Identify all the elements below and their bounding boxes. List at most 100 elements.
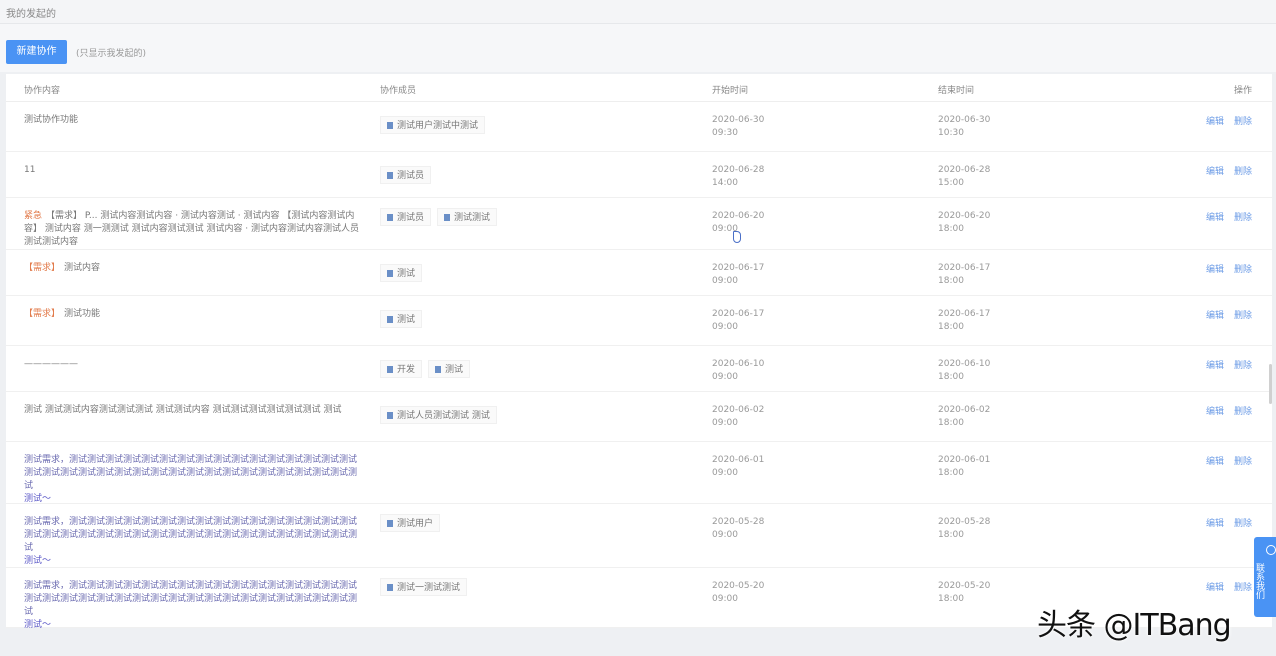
header-actions: 操作 bbox=[1234, 83, 1252, 96]
start-date: 2020-06-20 bbox=[712, 210, 792, 223]
table-row[interactable]: 【需求】测试功能测试2020-06-1709:002020-06-1718:00… bbox=[6, 296, 1272, 346]
row-start-time: 2020-05-2809:00 bbox=[712, 516, 792, 542]
delete-button[interactable]: 删除 bbox=[1234, 583, 1252, 593]
row-title[interactable]: 紧急【需求】 P... 测试内容测试内容 · 测试内容测试 · 测试内容 【测试… bbox=[24, 210, 364, 249]
row-title-link[interactable]: 测试～ bbox=[24, 494, 51, 504]
row-title[interactable]: 测试协作功能 bbox=[24, 114, 364, 127]
start-date: 2020-06-28 bbox=[712, 164, 792, 177]
table-row[interactable]: 【需求】测试内容测试2020-06-1709:002020-06-1718:00… bbox=[6, 250, 1272, 296]
edit-button[interactable]: 编辑 bbox=[1206, 265, 1224, 275]
delete-button[interactable]: 删除 bbox=[1234, 167, 1252, 177]
row-start-time: 2020-06-0209:00 bbox=[712, 404, 792, 430]
user-icon bbox=[387, 584, 393, 591]
row-members: 开发测试 bbox=[380, 360, 476, 378]
row-actions: 编辑删除 bbox=[1206, 262, 1262, 275]
edit-button[interactable]: 编辑 bbox=[1206, 167, 1224, 177]
row-title-link[interactable]: 测试～ bbox=[24, 556, 51, 566]
scrollbar[interactable] bbox=[1269, 364, 1272, 404]
row-title[interactable]: 测试需求，测试测试测试测试测试测试测试测试测试测试测试测试测试测试测试测试测试测… bbox=[24, 454, 364, 506]
row-actions: 编辑删除 bbox=[1206, 114, 1262, 127]
delete-button[interactable]: 删除 bbox=[1234, 457, 1252, 467]
row-tag: 【需求】 bbox=[24, 309, 60, 319]
member-name: 测试用户 bbox=[397, 519, 433, 529]
row-members: 测试员 测试测试 bbox=[380, 208, 503, 226]
end-date: 2020-06-30 bbox=[938, 114, 1018, 127]
edit-button[interactable]: 编辑 bbox=[1206, 213, 1224, 223]
user-icon bbox=[387, 214, 393, 221]
row-actions: 编辑删除 bbox=[1206, 404, 1262, 417]
filter-link[interactable]: (只显示我发起的) bbox=[76, 46, 146, 59]
watermark-text: 头条 @ITBang bbox=[1037, 600, 1231, 644]
table-row[interactable]: 11测试员2020-06-2814:002020-06-2815:00编辑删除 bbox=[6, 152, 1272, 198]
start-date: 2020-05-20 bbox=[712, 580, 792, 593]
member-name: 测试 bbox=[397, 315, 415, 325]
row-end-time: 2020-06-1018:00 bbox=[938, 358, 1018, 384]
edit-button[interactable]: 编辑 bbox=[1206, 361, 1224, 371]
row-title[interactable]: 测试需求，测试测试测试测试测试测试测试测试测试测试测试测试测试测试测试测试测试测… bbox=[24, 516, 364, 568]
row-end-time: 2020-06-1718:00 bbox=[938, 262, 1018, 288]
member-chip[interactable]: 测试用户 bbox=[380, 514, 440, 532]
row-title[interactable]: 【需求】测试内容 bbox=[24, 262, 364, 275]
table-row[interactable]: 测试 测试测试内容测试测试测试 测试测试内容 测试测试测试测试测试测试 测试 测试… bbox=[6, 392, 1272, 442]
edit-button[interactable]: 编辑 bbox=[1206, 583, 1224, 593]
start-date: 2020-06-01 bbox=[712, 454, 792, 467]
edit-button[interactable]: 编辑 bbox=[1206, 311, 1224, 321]
row-title[interactable]: 测试需求，测试测试测试测试测试测试测试测试测试测试测试测试测试测试测试测试测试测… bbox=[24, 580, 364, 632]
edit-button[interactable]: 编辑 bbox=[1206, 457, 1224, 467]
row-title-text: 测试需求，测试测试测试测试测试测试测试测试测试测试测试测试测试测试测试测试测试测… bbox=[24, 455, 357, 491]
table-row[interactable]: 测试协作功能测试用户测试中测试2020-06-3009:302020-06-30… bbox=[6, 102, 1272, 152]
row-members: 测试 bbox=[380, 310, 428, 328]
member-chip[interactable]: 开发 bbox=[380, 360, 422, 378]
new-collab-button[interactable]: 新建协作 bbox=[6, 40, 67, 64]
table-row[interactable]: 测试需求，测试测试测试测试测试测试测试测试测试测试测试测试测试测试测试测试测试测… bbox=[6, 504, 1272, 568]
delete-button[interactable]: 删除 bbox=[1234, 361, 1252, 371]
top-bar: 我的发起的 bbox=[0, 0, 1276, 24]
table-row[interactable]: ——————开发测试2020-06-1009:002020-06-1018:00… bbox=[6, 346, 1272, 392]
end-clock: 18:00 bbox=[938, 275, 1018, 288]
row-actions: 编辑删除 bbox=[1206, 358, 1262, 371]
member-chip[interactable]: 测试用户测试中测试 bbox=[380, 116, 485, 134]
end-date: 2020-06-17 bbox=[938, 308, 1018, 321]
delete-button[interactable]: 删除 bbox=[1234, 519, 1252, 529]
end-date: 2020-05-28 bbox=[938, 516, 1018, 529]
delete-button[interactable]: 删除 bbox=[1234, 311, 1252, 321]
row-title[interactable]: 测试 测试测试内容测试测试测试 测试测试内容 测试测试测试测试测试测试 测试 bbox=[24, 404, 364, 417]
row-end-time: 2020-06-2018:00 bbox=[938, 210, 1018, 236]
member-chip[interactable]: 测试员 bbox=[380, 166, 431, 184]
member-chip[interactable]: 测试 bbox=[380, 310, 422, 328]
member-chip[interactable]: 测试 bbox=[380, 264, 422, 282]
row-title-text: 测试协作功能 bbox=[24, 115, 78, 125]
row-title[interactable]: 【需求】测试功能 bbox=[24, 308, 364, 321]
edit-button[interactable]: 编辑 bbox=[1206, 519, 1224, 529]
row-title[interactable]: —————— bbox=[24, 358, 364, 371]
member-chip[interactable]: 测试人员测试测试 测试 bbox=[380, 406, 497, 424]
start-clock: 09:00 bbox=[712, 321, 792, 334]
row-title-text: 【需求】 P... 测试内容测试内容 · 测试内容测试 · 测试内容 【测试内容… bbox=[24, 211, 359, 247]
contact-us-tab[interactable]: 联系我们 bbox=[1254, 537, 1276, 617]
member-chip[interactable]: 测试测试 bbox=[437, 208, 497, 226]
end-clock: 18:00 bbox=[938, 593, 1018, 606]
member-chip[interactable]: 测试员 bbox=[380, 208, 431, 226]
row-title-text: 11 bbox=[24, 165, 35, 175]
delete-button[interactable]: 删除 bbox=[1234, 213, 1252, 223]
start-clock: 09:30 bbox=[712, 127, 792, 140]
user-icon bbox=[387, 520, 393, 527]
table-row[interactable]: 测试需求，测试测试测试测试测试测试测试测试测试测试测试测试测试测试测试测试测试测… bbox=[6, 442, 1272, 504]
table-row[interactable]: 紧急【需求】 P... 测试内容测试内容 · 测试内容测试 · 测试内容 【测试… bbox=[6, 198, 1272, 250]
end-clock: 15:00 bbox=[938, 177, 1018, 190]
delete-button[interactable]: 删除 bbox=[1234, 117, 1252, 127]
edit-button[interactable]: 编辑 bbox=[1206, 117, 1224, 127]
delete-button[interactable]: 删除 bbox=[1234, 407, 1252, 417]
member-chip[interactable]: 测试一测试测试 bbox=[380, 578, 467, 596]
page-title: 我的发起的 bbox=[6, 5, 56, 20]
edit-button[interactable]: 编辑 bbox=[1206, 407, 1224, 417]
row-end-time: 2020-05-2818:00 bbox=[938, 516, 1018, 542]
member-chip[interactable]: 测试 bbox=[428, 360, 470, 378]
row-title[interactable]: 11 bbox=[24, 164, 364, 177]
delete-button[interactable]: 删除 bbox=[1234, 265, 1252, 275]
user-icon bbox=[444, 214, 450, 221]
member-name: 测试员 bbox=[397, 213, 424, 223]
header-start: 开始时间 bbox=[712, 83, 748, 96]
row-start-time: 2020-06-1709:00 bbox=[712, 308, 792, 334]
end-clock: 18:00 bbox=[938, 371, 1018, 384]
